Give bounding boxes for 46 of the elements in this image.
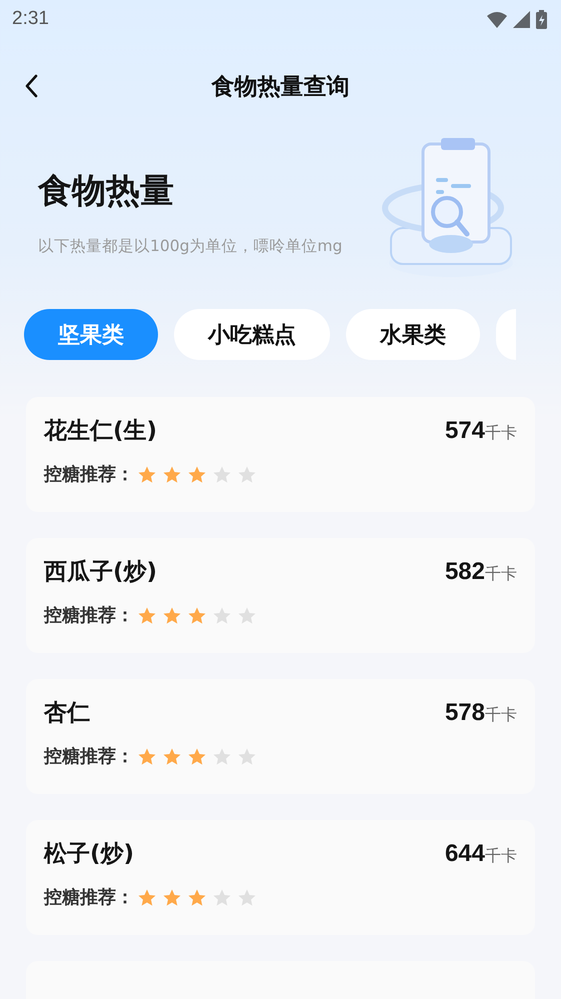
- subtitle-text: 以下热量都是以100g为单位，嘌呤单位mg: [38, 236, 342, 257]
- category-tab[interactable]: 小吃糕点: [174, 309, 330, 360]
- star-icon: [138, 466, 156, 482]
- calorie-unit: 千卡: [485, 705, 517, 724]
- empty-star-icon: [213, 466, 231, 482]
- signal-icon: [513, 10, 530, 28]
- calorie-value: 578: [444, 699, 485, 726]
- star-icon: [188, 466, 206, 482]
- empty-star-icon: [238, 748, 256, 764]
- section-title: 食物热量: [38, 170, 175, 213]
- calorie-value: 644: [444, 840, 485, 867]
- food-name: 西瓜子(炒): [44, 558, 158, 587]
- back-button[interactable]: [24, 74, 39, 98]
- star-icon: [138, 748, 156, 764]
- category-tab[interactable]: 水果类: [346, 309, 480, 360]
- calorie-unit: 千卡: [485, 846, 517, 865]
- star-icon: [163, 466, 181, 482]
- empty-star-icon: [213, 888, 231, 906]
- empty-star-icon: [213, 606, 231, 624]
- star-icon: [188, 748, 206, 764]
- empty-star-icon: [238, 606, 256, 624]
- star-icon: [188, 888, 206, 906]
- food-name: 杏仁: [44, 699, 90, 728]
- status-time: 2:31: [12, 8, 49, 30]
- empty-star-icon: [238, 888, 256, 906]
- rating-label: 控糖推荐：: [44, 745, 134, 768]
- empty-star-icon: [213, 748, 231, 764]
- calorie-unit: 千卡: [485, 564, 517, 583]
- empty-star-icon: [238, 466, 256, 482]
- food-name: 花生仁(生): [44, 417, 158, 446]
- star-icon: [138, 606, 156, 624]
- star-icon: [138, 888, 156, 906]
- wifi-icon: [487, 10, 507, 28]
- battery-icon: [536, 10, 547, 28]
- rating-label: 控糖推荐：: [44, 463, 134, 486]
- food-name: 松子(炒): [44, 840, 134, 869]
- calorie-value: 574: [444, 417, 485, 444]
- star-icon: [188, 606, 206, 624]
- star-icon: [163, 888, 181, 906]
- page-title: 食物热量查询: [212, 72, 350, 102]
- star-icon: [163, 748, 181, 764]
- rating-label: 控糖推荐：: [44, 886, 134, 909]
- calorie-value: 582: [444, 558, 485, 585]
- star-icon: [163, 606, 181, 624]
- rating-label: 控糖推荐：: [44, 604, 134, 627]
- calorie-unit: 千卡: [485, 423, 517, 442]
